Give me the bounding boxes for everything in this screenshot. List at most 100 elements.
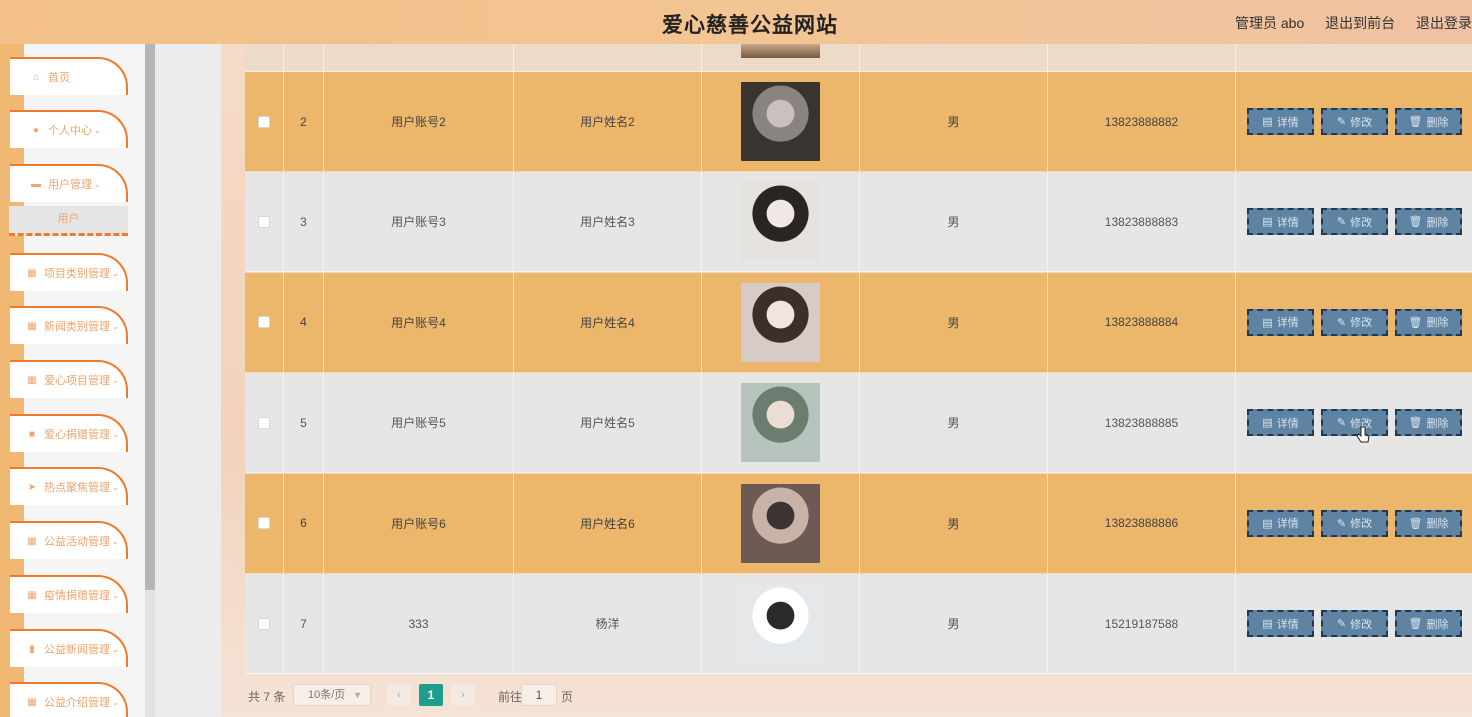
row-index: 7 [284, 574, 324, 673]
chevron-down-icon: ⌄ [112, 697, 119, 707]
pencil-icon: ✎ [1336, 116, 1347, 128]
user-gender: 男 [860, 473, 1048, 573]
row-actions: ▤ 详情 ✎ 修改 🗑 删除 [1236, 273, 1472, 372]
row-checkbox[interactable] [258, 215, 270, 228]
submenu-item-users[interactable]: 用户 [9, 206, 128, 236]
sidebar-item[interactable]: ▦ 公益介绍管理 ⌄ [10, 682, 128, 717]
delete-button[interactable]: 🗑 删除 [1395, 108, 1462, 135]
detail-button[interactable]: ▤ 详情 [1247, 610, 1314, 637]
sidebar-scrollbar-thumb[interactable] [145, 44, 155, 590]
row-checkbox[interactable] [258, 517, 270, 530]
next-page-button[interactable]: › [451, 684, 475, 706]
edit-button[interactable]: ✎ 修改 [1321, 409, 1388, 437]
user-account: 用户账号2 [324, 72, 514, 171]
user-phone: 13823888883 [1048, 172, 1236, 272]
user-name: 用户姓名4 [514, 272, 702, 372]
row-checkbox-cell [245, 574, 284, 673]
box-icon: ■ [28, 428, 36, 440]
row-index: 5 [284, 373, 324, 473]
sidebar-item[interactable]: ■ 爱心捐赠管理 ⌄ [10, 414, 128, 452]
user-phone: 13823888885 [1048, 373, 1236, 473]
row-checkbox[interactable] [258, 316, 270, 329]
detail-button[interactable]: ▤ 详情 [1247, 509, 1314, 537]
user-account: 用户账号3 [324, 172, 514, 272]
avatar-image [741, 282, 820, 362]
goto-label: 前往 [498, 690, 523, 704]
delete-button[interactable]: 🗑 删除 [1395, 308, 1462, 336]
chat-icon: ▬ [31, 178, 41, 190]
user-gender: 男 [860, 574, 1048, 673]
sidebar-item[interactable]: ▦ 爱心项目管理 ⌄ [10, 360, 128, 398]
avatar-cell [702, 72, 860, 171]
delete-button[interactable]: 🗑 删除 [1395, 409, 1462, 437]
chevron-down-icon: ⌄ [94, 125, 101, 135]
edit-button[interactable]: ✎ 修改 [1321, 108, 1388, 135]
table-row: 3 用户账号3 用户姓名3 男 13823888883 ▤ 详情 ✎ 修改 🗑 删除 [245, 172, 1472, 273]
sidebar-item[interactable]: ▬ 用户管理 ⌄ [10, 164, 128, 202]
user-account: 用户账号5 [324, 373, 514, 473]
document-icon: ▤ [1262, 618, 1273, 630]
pencil-icon: ✎ [1336, 216, 1347, 229]
user-account: 用户账号4 [324, 272, 514, 372]
mouse-pointer-icon [1356, 426, 1370, 443]
sidebar-item[interactable]: ● 个人中心 ⌄ [10, 110, 128, 148]
exit-to-front-link[interactable]: 退出到前台 [1325, 15, 1395, 31]
avatar-image [741, 483, 820, 563]
row-checkbox-cell [245, 172, 284, 272]
detail-button[interactable]: ▤ 详情 [1247, 208, 1314, 236]
sidebar-item[interactable]: ⌂ 首页 [10, 57, 128, 95]
trash-icon: 🗑 [1408, 417, 1423, 430]
sidebar-item-label: 个人中心 [48, 125, 92, 137]
sidebar-item[interactable]: ▦ 新闻类别管理 ⌄ [10, 306, 128, 344]
logout-link[interactable]: 退出登录 [1416, 15, 1472, 31]
chevron-down-icon: ⌄ [112, 644, 119, 654]
page-size-value: 10条/页 [308, 689, 346, 701]
send-icon: ➤ [27, 481, 37, 493]
delete-button[interactable]: 🗑 删除 [1395, 208, 1462, 236]
pencil-icon: ✎ [1336, 517, 1347, 530]
sidebar-item[interactable]: ▦ 公益活动管理 ⌄ [10, 521, 128, 559]
page-suffix: 页 [561, 690, 574, 704]
edit-button[interactable]: ✎ 修改 [1321, 308, 1388, 336]
page-number-current[interactable]: 1 [419, 684, 443, 706]
home-icon: ⌂ [32, 71, 40, 83]
trash-icon: 🗑 [1408, 618, 1423, 630]
avatar-image [741, 182, 820, 262]
delete-button[interactable]: 🗑 删除 [1395, 509, 1462, 537]
page-size-select[interactable]: 10条/页 ▼ [293, 684, 371, 706]
edit-button[interactable]: ✎ 修改 [1321, 208, 1388, 236]
sidebar-item-label: 项目类别管理 [44, 268, 110, 280]
trash-icon: 🗑 [1408, 517, 1423, 530]
sidebar-item[interactable]: ▦ 项目类别管理 ⌄ [10, 253, 128, 291]
user-phone: 13823888884 [1048, 272, 1236, 372]
top-header: 爱心慈善公益网站 管理员 abo 退出到前台 退出登录 [0, 0, 1472, 44]
admin-label: 管理员 abo [1235, 15, 1305, 31]
sidebar-item[interactable]: ▮ 公益新闻管理 ⌄ [10, 629, 128, 667]
sidebar-item-label: 公益新闻管理 [44, 644, 110, 656]
detail-button[interactable]: ▤ 详情 [1247, 108, 1314, 135]
document-icon: ▤ [1262, 116, 1273, 128]
table-row: 6 用户账号6 用户姓名6 男 13823888886 ▤ 详情 ✎ 修改 🗑 删除 [245, 473, 1472, 574]
user-gender: 男 [860, 172, 1048, 272]
row-checkbox[interactable] [258, 416, 270, 429]
edit-button[interactable]: ✎ 修改 [1321, 610, 1388, 637]
edit-button[interactable]: ✎ 修改 [1321, 509, 1388, 537]
chevron-down-icon: ⌄ [112, 482, 119, 492]
user-account: 333 [324, 574, 514, 673]
delete-button[interactable]: 🗑 删除 [1395, 610, 1462, 637]
user-icon: ● [32, 124, 40, 136]
detail-button[interactable]: ▤ 详情 [1247, 308, 1314, 336]
goto-page-input[interactable]: 1 [521, 684, 557, 706]
row-checkbox[interactable] [258, 617, 270, 630]
prev-page-button[interactable]: ‹ [387, 684, 411, 706]
chevron-down-icon: ⌄ [112, 268, 119, 278]
detail-button[interactable]: ▤ 详情 [1247, 409, 1314, 437]
sidebar-item-label: 用户管理 [48, 179, 92, 191]
document-icon: ▤ [1262, 417, 1273, 430]
row-checkbox[interactable] [258, 115, 270, 128]
sidebar-item[interactable]: ➤ 热点聚焦管理 ⌄ [10, 467, 128, 505]
sidebar-item[interactable]: ▦ 疫情捐赠管理 ⌄ [10, 575, 128, 613]
chevron-down-icon: ⌄ [112, 429, 119, 439]
row-index: 2 [284, 72, 324, 171]
row-index: 6 [284, 473, 324, 573]
